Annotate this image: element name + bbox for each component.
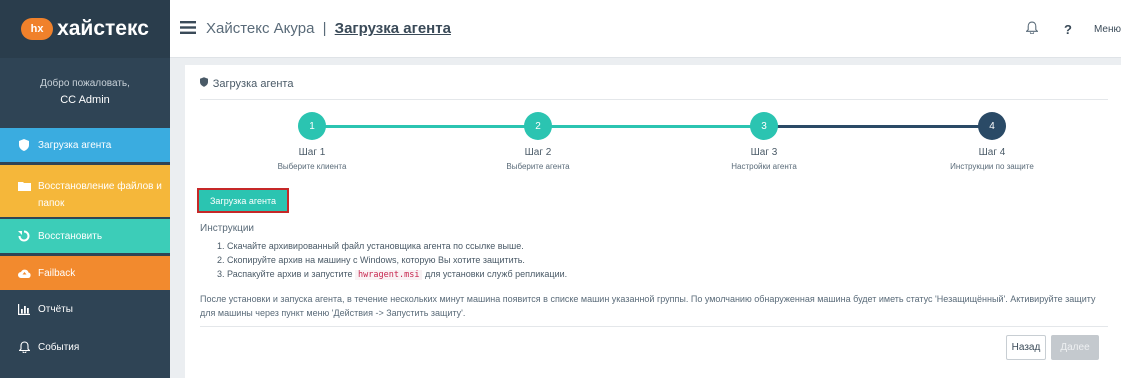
instruction-item: 2. Скопируйте архив на машину с Windows,… (217, 255, 525, 265)
upload-agent-button[interactable]: Загрузка агента (197, 188, 289, 213)
step-2-label: Шаг 2 (524, 147, 552, 158)
title-separator: | (322, 20, 327, 37)
sidebar-item-reports[interactable]: Отчёты (0, 292, 170, 326)
user-menu-button[interactable]: Меню (1094, 24, 1121, 35)
sidebar-item-restore[interactable]: Восстановить (0, 219, 170, 253)
instructions-title: Инструкции (200, 223, 255, 234)
welcome-greeting: Добро пожаловать, (40, 78, 130, 89)
instruction-item: 3. Распакуйте архив и запустите hwragent… (217, 267, 567, 282)
divider (200, 99, 1108, 100)
back-button[interactable]: Назад (1006, 335, 1046, 360)
step-3-circle[interactable]: 3 (750, 112, 778, 140)
step-1-description: Выберите клиента (277, 162, 347, 171)
sidebar-item-upload-agent[interactable]: Загрузка агента (0, 128, 170, 162)
logo-cloud-icon: hx (21, 18, 54, 40)
sidebar-item-label: События (38, 341, 80, 353)
sidebar: hx хайстекс Добро пожаловать, CC Admin З… (0, 0, 170, 378)
shield-icon (16, 139, 32, 151)
top-bar: Хайстекс Акура | Загрузка агента ? Меню (170, 0, 1121, 58)
breadcrumb-current[interactable]: Загрузка агента (335, 20, 451, 37)
welcome-user: CC Admin (60, 94, 110, 106)
next-button[interactable]: Далее (1051, 335, 1099, 360)
sidebar-item-label: Отчёты (38, 303, 73, 315)
step-4-label: Шаг 4 (978, 147, 1006, 158)
folder-icon (16, 181, 32, 191)
step-3-label: Шаг 3 (750, 147, 778, 158)
help-button[interactable]: ? (1064, 22, 1072, 37)
notifications-bell-icon[interactable] (1025, 21, 1039, 37)
step-connector (538, 125, 764, 128)
top-right-controls: ? Меню (1025, 0, 1121, 58)
post-install-note: После установки и запуска агента, в тече… (200, 294, 1096, 318)
shield-icon (200, 77, 211, 90)
sidebar-item-restore-files[interactable]: Восстановление файлов и папок (0, 165, 170, 217)
step-2-circle[interactable]: 2 (524, 112, 552, 140)
brand-name: хайстекс (57, 17, 149, 40)
divider (200, 326, 1108, 327)
step-connector (312, 125, 538, 128)
main-panel: Загрузка агента 1 2 3 4 Шаг 1 Шаг 2 Шаг … (185, 65, 1121, 378)
sidebar-item-label: Восстановление файлов и папок (38, 181, 162, 209)
instruction-item-suffix: для установки служб репликации. (424, 269, 568, 279)
panel-title-text: Загрузка агента (212, 78, 294, 90)
step-3-description: Настройки агента (731, 162, 797, 171)
instruction-item-prefix: 3. Распакуйте архив и запустите (217, 269, 353, 279)
step-2-description: Выберите агента (506, 162, 570, 171)
instructions-list: 1. Скачайте архивированный файл установщ… (217, 239, 567, 282)
step-1-circle[interactable]: 1 (298, 112, 326, 140)
step-1-label: Шаг 1 (298, 147, 326, 158)
cloud-upload-icon (16, 268, 32, 278)
restore-icon (16, 230, 32, 242)
logo[interactable]: hx хайстекс (0, 0, 170, 58)
panel-title: Загрузка агента (200, 77, 293, 90)
sidebar-item-label: Failback (38, 267, 76, 279)
bell-icon (16, 341, 32, 353)
step-4-description: Инструкции по защите (950, 162, 1034, 171)
bar-chart-icon (16, 303, 32, 315)
instruction-item: 1. Скачайте архивированный файл установщ… (217, 241, 524, 251)
installer-filename-code: hwragent.msi (355, 270, 423, 280)
welcome-block: Добро пожаловать, CC Admin (0, 58, 170, 126)
step-4-circle[interactable]: 4 (978, 112, 1006, 140)
step-connector (764, 125, 992, 128)
sidebar-item-events[interactable]: События (0, 330, 170, 364)
sidebar-item-failback[interactable]: Failback (0, 256, 170, 290)
sidebar-item-label: Загрузка агента (38, 139, 112, 151)
product-name: Хайстекс Акура (206, 20, 315, 37)
page-title: Хайстекс Акура | Загрузка агента (206, 20, 451, 37)
hamburger-menu-icon[interactable] (180, 17, 196, 40)
sidebar-item-label: Восстановить (38, 230, 103, 242)
